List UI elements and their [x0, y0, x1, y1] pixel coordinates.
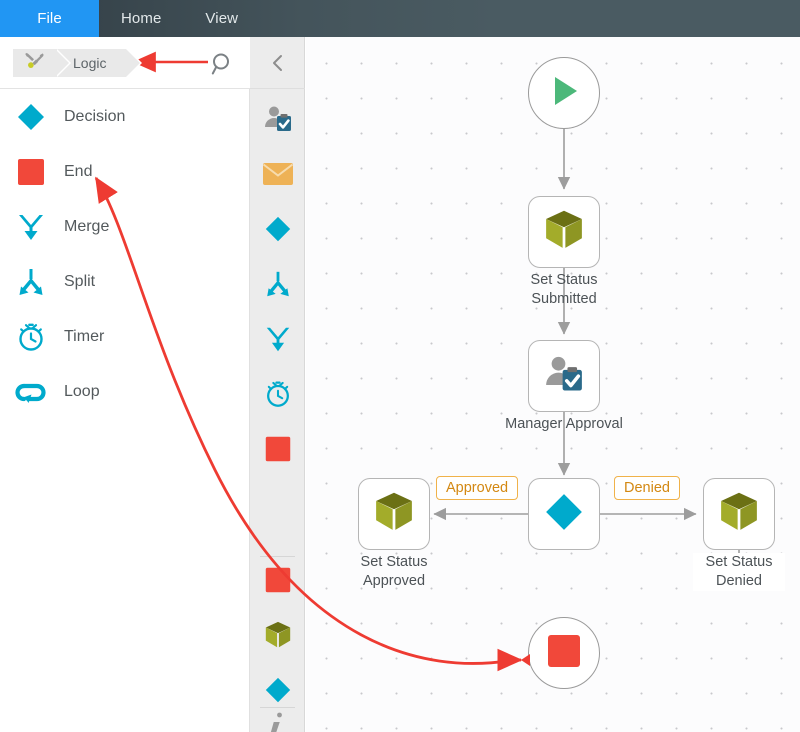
node-end[interactable] — [528, 617, 600, 689]
tool-info[interactable] — [250, 702, 305, 732]
search-icon — [208, 50, 236, 78]
shape-item-merge-label: Merge — [64, 218, 109, 236]
menu-item-file-label: File — [37, 10, 62, 27]
diamond-icon — [12, 98, 50, 136]
menu-bar-filler — [260, 0, 800, 37]
node-label-line-2: Submitted — [484, 290, 644, 309]
node-label-line-1: Set Status — [693, 553, 785, 572]
breadcrumb-bar: Logic — [0, 37, 250, 89]
edge-label-approved: Approved — [436, 476, 518, 500]
play-icon — [544, 71, 584, 116]
node-label-line-2: Denied — [693, 572, 785, 591]
node-label-set-status-approved: Set Status Approved — [314, 553, 474, 591]
square-icon — [12, 153, 50, 191]
tool-timer[interactable] — [250, 369, 305, 424]
node-set-status-submitted[interactable] — [528, 196, 600, 268]
square-icon — [264, 566, 292, 599]
edge-label-approved-text: Approved — [446, 480, 508, 496]
merge-icon — [263, 324, 293, 359]
shape-item-loop-label: Loop — [64, 383, 100, 401]
menu-item-home-label: Home — [121, 10, 161, 27]
shape-item-timer-label: Timer — [64, 328, 104, 346]
shape-item-decision-label: Decision — [64, 108, 125, 126]
node-set-status-approved[interactable] — [358, 478, 430, 550]
shape-item-split[interactable]: Split — [0, 254, 249, 309]
node-manager-approval[interactable] — [528, 340, 600, 412]
split-icon — [12, 263, 50, 301]
timer-icon — [263, 379, 293, 414]
split-icon — [263, 269, 293, 304]
node-label-line-1: Manager Approval — [484, 415, 644, 434]
shape-item-end[interactable]: End — [0, 144, 249, 199]
shapes-panel: Decision End Merge — [0, 89, 250, 732]
node-label-manager-approval: Manager Approval — [484, 415, 644, 434]
square-icon — [264, 435, 292, 468]
tool-strip — [250, 37, 305, 732]
node-label-line-1: Set Status — [484, 271, 644, 290]
cube-icon — [372, 490, 416, 539]
tool-end-1[interactable] — [250, 424, 305, 479]
cube-icon — [263, 620, 293, 655]
shape-item-loop[interactable]: Loop — [0, 364, 249, 419]
collapse-panel-button[interactable] — [250, 37, 305, 89]
node-label-line-1: Set Status — [314, 553, 474, 572]
tool-split[interactable] — [250, 259, 305, 314]
tool-user-task[interactable] — [250, 94, 305, 149]
edge-label-denied: Denied — [614, 476, 680, 500]
tool-merge[interactable] — [250, 314, 305, 369]
shape-item-split-label: Split — [64, 273, 95, 291]
edge-label-denied-text: Denied — [624, 480, 670, 496]
shape-item-timer[interactable]: Timer — [0, 309, 249, 364]
merge-icon — [12, 208, 50, 246]
chevron-left-icon — [268, 53, 288, 73]
breadcrumb: Logic — [13, 49, 126, 77]
application-window: File Home View — [0, 0, 800, 732]
search-button[interactable] — [208, 50, 236, 78]
tool-cube[interactable] — [250, 610, 305, 665]
node-label-set-status-denied: Set Status Denied — [693, 553, 785, 591]
workflow-canvas[interactable]: Set Status Submitted Manager Approval — [306, 37, 800, 732]
info-icon — [263, 710, 293, 732]
shape-item-decision[interactable]: Decision — [0, 89, 249, 144]
user-task-icon — [542, 352, 586, 401]
shape-item-end-label: End — [64, 163, 92, 181]
user-task-icon — [262, 103, 294, 140]
menu-item-file[interactable]: File — [0, 0, 99, 37]
menu-bar: File Home View — [0, 0, 800, 37]
tool-end-2[interactable] — [250, 555, 305, 610]
envelope-icon — [262, 161, 294, 192]
menu-item-view-label: View — [205, 10, 238, 27]
tool-email[interactable] — [250, 149, 305, 204]
menu-item-view[interactable]: View — [183, 0, 260, 37]
node-label-line-2: Approved — [314, 572, 474, 591]
tool-decision[interactable] — [250, 204, 305, 259]
breadcrumb-item-logic-label: Logic — [73, 55, 106, 71]
node-decision[interactable] — [528, 478, 600, 550]
node-set-status-denied[interactable] — [703, 478, 775, 550]
diamond-icon — [542, 490, 586, 539]
breadcrumb-item-tools[interactable] — [13, 49, 55, 77]
node-label-set-status-submitted: Set Status Submitted — [484, 271, 644, 309]
diamond-icon — [263, 214, 293, 249]
timer-icon — [12, 318, 50, 356]
node-start[interactable] — [528, 57, 600, 129]
tools-icon — [23, 51, 45, 76]
shape-item-merge[interactable]: Merge — [0, 199, 249, 254]
loop-icon — [12, 373, 50, 411]
cube-icon — [542, 208, 586, 257]
menu-item-home[interactable]: Home — [99, 0, 183, 37]
square-icon — [544, 631, 584, 676]
cube-icon — [717, 490, 761, 539]
